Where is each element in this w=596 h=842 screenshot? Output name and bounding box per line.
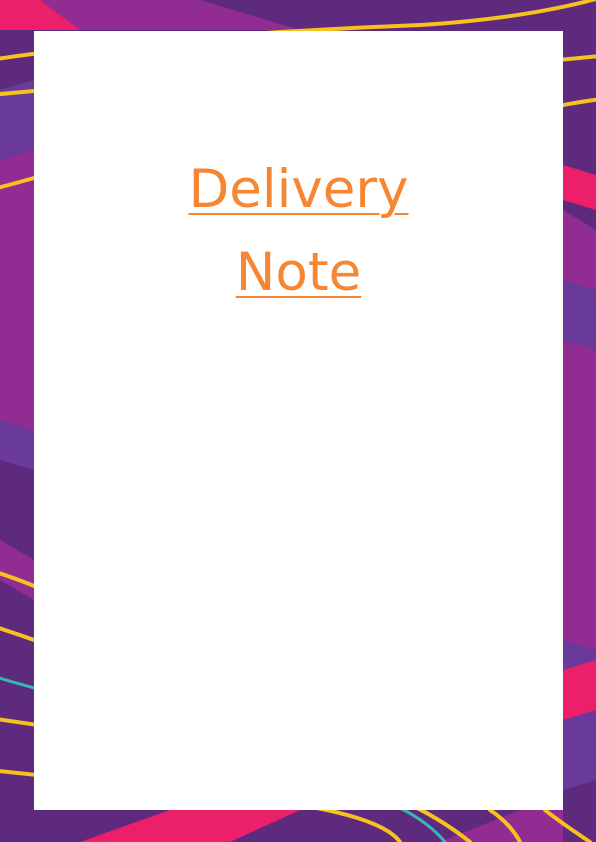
title-line-2-text: Note bbox=[235, 242, 362, 303]
title-line-2: Note bbox=[34, 231, 563, 314]
page-sheet: Delivery Note bbox=[34, 31, 563, 810]
title-line-1-text: Delivery bbox=[188, 159, 409, 220]
title-line-1: Delivery bbox=[34, 148, 563, 231]
document-title: Delivery Note bbox=[34, 148, 563, 314]
